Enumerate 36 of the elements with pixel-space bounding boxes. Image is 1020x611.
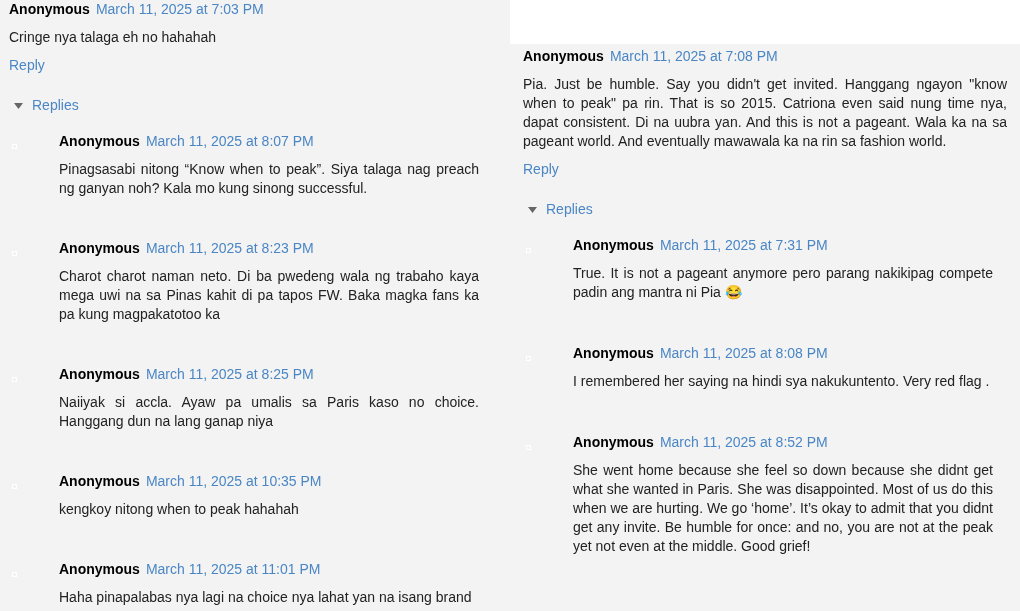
- reply-link[interactable]: Reply: [523, 160, 559, 179]
- reply-date-link[interactable]: March 11, 2025 at 8:25 PM: [145, 365, 314, 384]
- reply-date-link[interactable]: March 11, 2025 at 8:52 PM: [659, 433, 828, 452]
- replies-toggle[interactable]: Replies: [528, 200, 593, 219]
- reply-date-link[interactable]: March 11, 2025 at 7:31 PM: [659, 236, 828, 255]
- reply-text: True. It is not a pageant anymore pero parang nakikipag compete padin ang mantra ni Pia 😂: [573, 264, 993, 302]
- reply-text: Charot charot naman neto. Di ba pwedeng wala ng trabaho kaya mega uwi na sa Pinas kahit di pa tapos FW. Baka magka fans ka pa kung magpakatotoo ka: [59, 267, 479, 324]
- reply-date-link[interactable]: March 11, 2025 at 11:01 PM: [145, 560, 321, 579]
- comment-date-link[interactable]: March 11, 2025 at 7:03 PM: [95, 0, 264, 19]
- reply-author: Anonymous: [59, 239, 140, 258]
- reply-date-link[interactable]: March 11, 2025 at 10:35 PM: [145, 472, 322, 491]
- reply-author: Anonymous: [573, 433, 654, 452]
- comment-date-link[interactable]: March 11, 2025 at 7:08 PM: [609, 47, 778, 66]
- reply-date-link[interactable]: March 11, 2025 at 8:07 PM: [145, 132, 314, 151]
- comment-text: Cringe nya talaga eh no hahahah: [9, 28, 218, 47]
- caret-icon: [528, 206, 537, 213]
- replies-toggle[interactable]: Replies: [14, 96, 79, 115]
- reply-text: Pinagsasabi nitong “Know when to peak”. Siya talaga nag preach ng ganyan noh? Kala mo kung sinong successful.: [59, 160, 479, 198]
- reply-text: Haha pinapalabas nya lagi na choice nya lahat yan na isang brand: [59, 588, 473, 607]
- comment-author: Anonymous: [523, 47, 604, 66]
- comment-text: Pia. Just be humble. Say you didn't get invited. Hanggang ngayon "know when to peak" pa rin. That is so 2015. Catriona even said nung time nya, dapat consistent. Di na uubra yan. And this is not a pageant. Wala ka na sa pageant world. And eventually mawawala ka na rin sa fashion world.: [523, 75, 1007, 151]
- reply-date-link[interactable]: March 11, 2025 at 8:08 PM: [659, 344, 828, 363]
- reply-text: I remembered her saying na hindi sya nakukuntento. Very red flag .: [573, 372, 991, 391]
- reply-text: She went home because she feel so down because she didnt get what she wanted in Paris. She was disappointed. Most of us do this when we are hurting. We go ‘home’. It’s okay to admit that you didnt get any invite. Be humble for once: and no, you are not at the peak yet not even at the middle. Good grief!: [573, 461, 993, 556]
- reply-author: Anonymous: [59, 560, 140, 579]
- reply-author: Anonymous: [59, 365, 140, 384]
- reply-author: Anonymous: [573, 344, 654, 363]
- reply-author: Anonymous: [59, 132, 140, 151]
- reply-text: Naiiyak si accla. Ayaw pa umalis sa Paris kaso no choice. Hanggang dun na lang ganap niya: [59, 393, 479, 431]
- comment-author: Anonymous: [9, 0, 90, 19]
- reply-text: kengkoy nitong when to peak hahahah: [59, 500, 300, 519]
- reply-author: Anonymous: [573, 236, 654, 255]
- reply-link[interactable]: Reply: [9, 56, 45, 75]
- reply-author: Anonymous: [59, 472, 140, 491]
- reply-date-link[interactable]: March 11, 2025 at 8:23 PM: [145, 239, 314, 258]
- caret-icon: [14, 102, 23, 109]
